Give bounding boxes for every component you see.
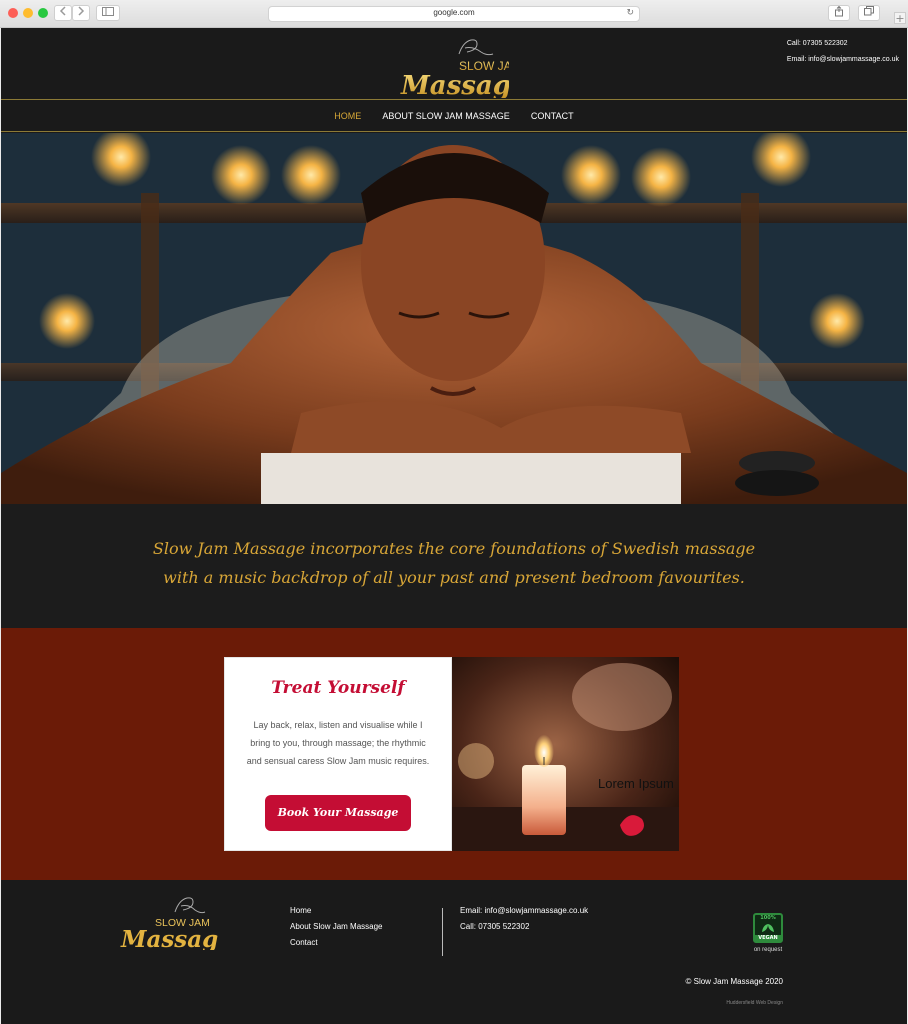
footer-email[interactable]: Email: info@slowjammassage.co.uk: [460, 906, 588, 922]
promo-title: Treat Yourself: [271, 678, 405, 698]
copyright-text: © Slow Jam Massage 2020: [685, 977, 784, 986]
nav-item-home[interactable]: HOME: [334, 101, 361, 131]
leaf-icon: [762, 924, 774, 932]
nav-item-contact[interactable]: CONTACT: [531, 101, 574, 131]
logo-bottom-text: Massage: [400, 71, 509, 98]
chevron-left-icon: [59, 6, 66, 16]
tagline-section: Slow Jam Massage incorporates the core f…: [1, 504, 907, 628]
tabs-overview-button[interactable]: [858, 5, 880, 21]
close-window-button[interactable]: [8, 8, 18, 18]
vegan-badge-label: VEGAN: [755, 935, 781, 941]
image-caption: Lorem Ipsum: [598, 776, 674, 791]
zoom-window-button[interactable]: [38, 8, 48, 18]
footer-contact: Email: info@slowjammassage.co.uk Call: 0…: [460, 906, 588, 938]
couple-silhouette-icon: [174, 897, 206, 914]
footer-links: Home About Slow Jam Massage Contact: [290, 906, 383, 954]
sidebar-toggle-button[interactable]: [96, 5, 120, 21]
minimize-window-button[interactable]: [23, 8, 33, 18]
sidebar-icon: [102, 7, 114, 16]
tabs-icon: [864, 6, 874, 16]
tagline-line-1: Slow Jam Massage incorporates the core f…: [152, 539, 756, 558]
vegan-caption: on request: [753, 947, 783, 953]
url-text: google.com: [433, 8, 475, 17]
chevron-right-icon: [78, 6, 85, 16]
forward-button[interactable]: [72, 5, 90, 21]
book-massage-button[interactable]: Book Your Massage: [265, 795, 411, 831]
footer-logo-bottom-text: Massage: [120, 926, 219, 950]
address-bar[interactable]: google.com ↻: [268, 6, 640, 22]
reload-icon[interactable]: ↻: [626, 8, 634, 18]
header-contact: Call: 07305 522302 Email: info@slowjamma…: [787, 40, 899, 72]
designer-credit-link[interactable]: Huddersfield Web Design: [726, 1000, 783, 1006]
header-phone[interactable]: Call: 07305 522302: [787, 40, 899, 56]
share-button[interactable]: [828, 5, 850, 21]
footer-link-about[interactable]: About Slow Jam Massage: [290, 922, 383, 938]
tagline-line-2: with a music backdrop of all your past a…: [163, 568, 745, 587]
tagline-text: Slow Jam Massage incorporates the core f…: [101, 534, 807, 592]
footer-link-home[interactable]: Home: [290, 906, 383, 922]
site-logo[interactable]: SLOW JAM Massage: [399, 34, 509, 98]
massage-photo: [1, 133, 907, 504]
main-navigation: HOME ABOUT SLOW JAM MASSAGE CONTACT: [1, 101, 907, 132]
footer-divider: [442, 908, 443, 956]
site-header: SLOW JAM Massage Call: 07305 522302 Emai…: [1, 28, 907, 100]
vegan-badge: 100% VEGAN on request: [751, 913, 785, 959]
vegan-leaf-icon: 100% VEGAN: [753, 913, 783, 943]
site-footer: SLOW JAM Massage Home About Slow Jam Mas…: [1, 880, 907, 1024]
browser-toolbar: google.com ↻ +: [0, 0, 908, 28]
promo-text: Lay back, relax, listen and visualise wh…: [246, 720, 430, 766]
candle-photo: [452, 657, 679, 851]
vegan-badge-percent: 100%: [760, 915, 776, 921]
footer-link-contact[interactable]: Contact: [290, 938, 383, 954]
couple-silhouette-icon: [458, 39, 494, 56]
share-icon: [835, 5, 843, 17]
new-tab-button[interactable]: +: [894, 12, 906, 24]
footer-phone[interactable]: Call: 07305 522302: [460, 922, 588, 938]
promo-card: Treat Yourself Lay back, relax, listen a…: [224, 657, 452, 851]
nav-item-about[interactable]: ABOUT SLOW JAM MASSAGE: [382, 101, 509, 131]
promo-section: Treat Yourself Lay back, relax, listen a…: [1, 628, 907, 880]
webpage: SLOW JAM Massage Call: 07305 522302 Emai…: [1, 28, 907, 1024]
footer-logo[interactable]: SLOW JAM Massage: [119, 890, 219, 950]
back-button[interactable]: [54, 5, 72, 21]
header-email[interactable]: Email: info@slowjammassage.co.uk: [787, 56, 899, 72]
hero-image: [1, 133, 907, 504]
promo-image: Lorem Ipsum: [452, 657, 679, 851]
